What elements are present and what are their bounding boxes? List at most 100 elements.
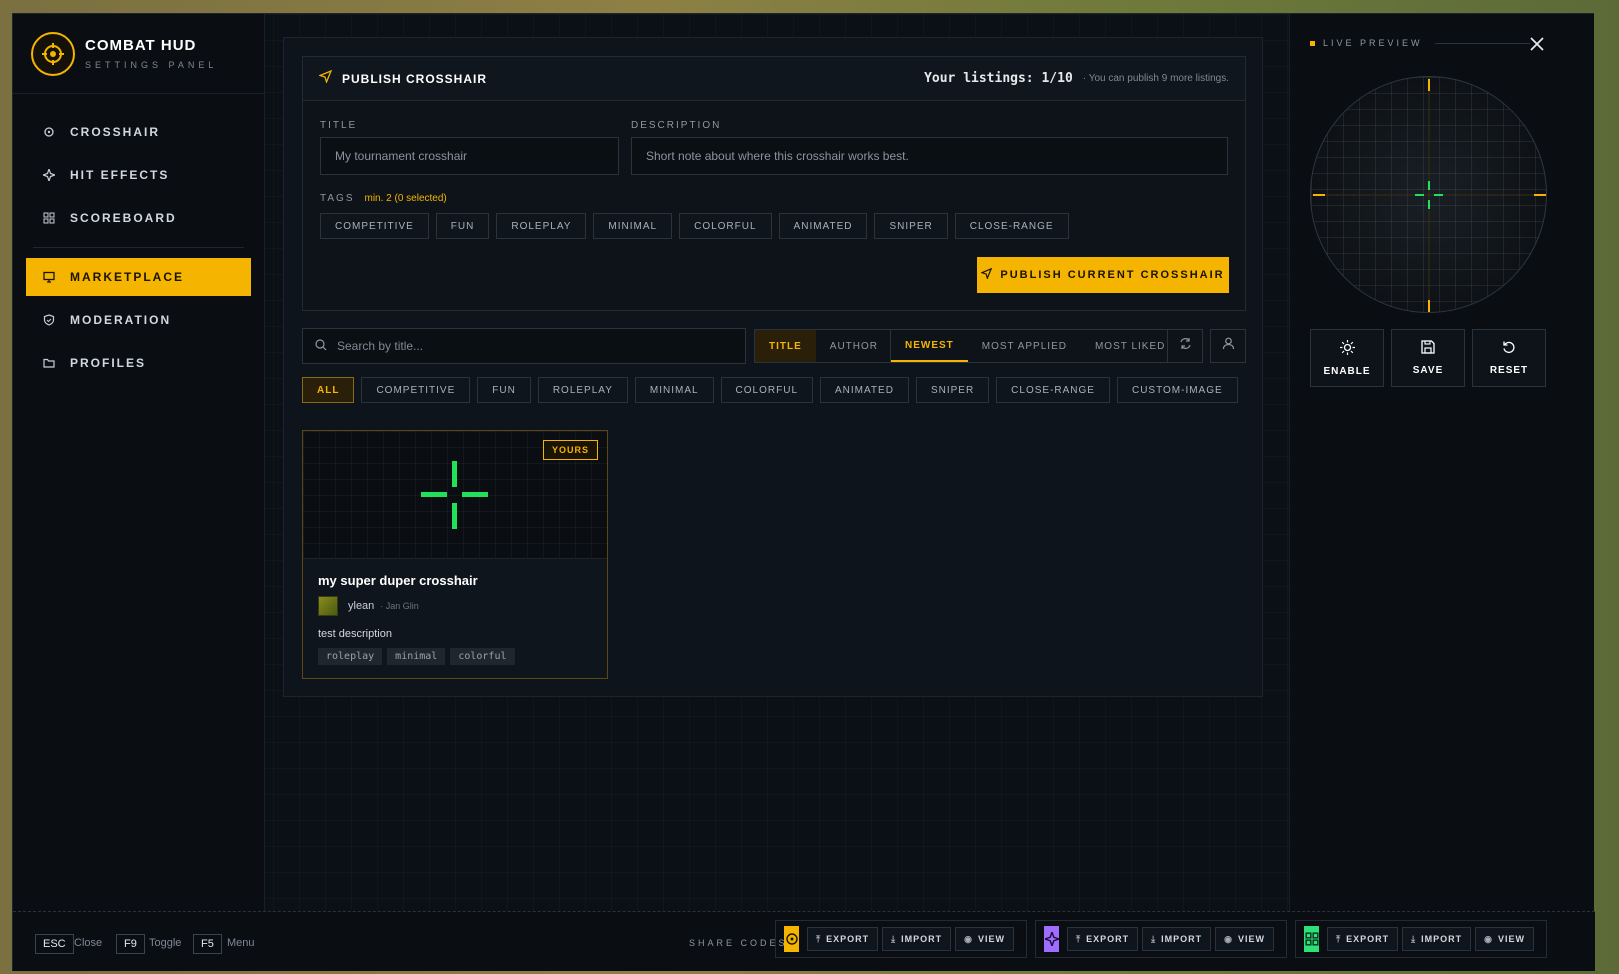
save-icon <box>1421 340 1435 365</box>
view-button[interactable]: ◉ VIEW <box>1475 927 1534 951</box>
card-date-text: Jan Glin <box>385 601 419 611</box>
import-button[interactable]: ⤓ IMPORT <box>1142 927 1212 951</box>
description-label: DESCRIPTION <box>631 120 722 131</box>
nav-label: CROSSHAIR <box>70 125 161 139</box>
filter-chip[interactable]: ROLEPLAY <box>537 377 628 403</box>
export-button[interactable]: ⤒ EXPORT <box>807 927 879 951</box>
import-icon: ⤓ <box>1411 933 1417 944</box>
export-button[interactable]: ⤒ EXPORT <box>1327 927 1399 951</box>
brand-title: COMBAT HUD <box>85 37 197 54</box>
title-input[interactable]: My tournament crosshair <box>320 137 619 175</box>
sidebar: COMBAT HUD SETTINGS PANEL CROSSHAIR HIT … <box>13 14 265 911</box>
filter-chip[interactable]: CUSTOM-IMAGE <box>1116 377 1238 403</box>
card-title: my super duper crosshair <box>318 573 478 588</box>
nav-item-marketplace[interactable]: MARKETPLACE <box>26 258 251 296</box>
nav-label: HIT EFFECTS <box>70 168 170 182</box>
publish-section: PUBLISH CROSSHAIR Your listings: 1/10 · … <box>302 56 1246 311</box>
export-button[interactable]: ⤒ EXPORT <box>1067 927 1139 951</box>
reset-button[interactable]: RESET <box>1472 329 1546 387</box>
sort-toggle: NEWEST MOST APPLIED MOST LIKED <box>890 329 1181 363</box>
crosshair-card[interactable]: YOURS my super duper crosshair ylean · J… <box>302 430 608 679</box>
key-f5: F5 <box>193 934 222 954</box>
filter-chip[interactable]: COMPETITIVE <box>361 377 471 403</box>
listings-count: Your listings: 1/10 <box>924 71 1073 86</box>
share-group-scoreboard: ⤒ EXPORT ⤓ IMPORT ◉ VIEW <box>1295 920 1547 958</box>
yours-badge: YOURS <box>542 440 598 460</box>
nav-label: PROFILES <box>70 356 147 370</box>
view-button[interactable]: ◉ VIEW <box>955 927 1014 951</box>
publish-header: PUBLISH CROSSHAIR Your listings: 1/10 · … <box>303 57 1245 101</box>
card-tag: colorful <box>450 648 515 665</box>
filter-chip[interactable]: SNIPER <box>915 377 990 403</box>
card-tags: roleplay minimal colorful <box>318 648 607 665</box>
my-listings-button[interactable] <box>1210 329 1246 363</box>
tag-chip[interactable]: MINIMAL <box>593 213 673 239</box>
tag-chip[interactable]: ANIMATED <box>778 213 868 239</box>
tag-chip[interactable]: COMPETITIVE <box>320 213 429 239</box>
avatar <box>318 596 338 616</box>
nav-item-scoreboard[interactable]: SCOREBOARD <box>26 199 251 237</box>
sun-icon <box>1339 339 1355 366</box>
export-icon: ⤒ <box>816 933 822 944</box>
import-button[interactable]: ⤓ IMPORT <box>1402 927 1472 951</box>
nav-item-hit-effects[interactable]: HIT EFFECTS <box>26 156 251 194</box>
share-group-crosshair: ⤒ EXPORT ⤓ IMPORT ◉ VIEW <box>775 920 1027 958</box>
listings-note: · You can publish 9 more listings. <box>1082 73 1229 84</box>
sparkle-icon <box>1044 926 1060 952</box>
sort-most-liked[interactable]: MOST LIKED <box>1081 330 1179 362</box>
key-esc-label: Close <box>74 937 103 949</box>
import-label: IMPORT <box>1161 934 1203 944</box>
view-label: VIEW <box>1237 934 1265 944</box>
publish-tags: COMPETITIVE FUN ROLEPLAY MINIMAL COLORFU… <box>320 213 1076 239</box>
indicator <box>1310 40 1315 46</box>
enable-button[interactable]: ENABLE <box>1310 329 1384 387</box>
tag-chip[interactable]: FUN <box>435 213 490 239</box>
key-esc: ESC <box>35 934 74 954</box>
export-label: EXPORT <box>1346 934 1390 944</box>
nav-divider <box>33 247 244 248</box>
export-icon: ⤒ <box>1336 933 1342 944</box>
eye-icon: ◉ <box>1224 933 1233 944</box>
filter-chips: ALL COMPETITIVE FUN ROLEPLAY MINIMAL COL… <box>302 377 1245 403</box>
scope-reticle-icon <box>1311 77 1546 312</box>
import-button[interactable]: ⤓ IMPORT <box>882 927 952 951</box>
filter-all[interactable]: ALL <box>302 377 355 403</box>
publish-title: PUBLISH CROSSHAIR <box>342 71 488 86</box>
filter-chip[interactable]: COLORFUL <box>720 377 813 403</box>
folder-icon <box>42 356 56 370</box>
description-input[interactable]: Short note about where this crosshair wo… <box>631 137 1228 175</box>
refresh-button[interactable] <box>1167 329 1203 363</box>
tag-chip[interactable]: COLORFUL <box>679 213 772 239</box>
publish-button[interactable]: PUBLISH CURRENT CROSSHAIR <box>977 257 1229 293</box>
card-tag: roleplay <box>318 648 383 665</box>
nav-item-profiles[interactable]: PROFILES <box>26 344 251 382</box>
view-label: VIEW <box>977 934 1005 944</box>
send-icon <box>318 69 333 88</box>
sort-newest[interactable]: NEWEST <box>891 330 968 362</box>
search-by-author[interactable]: AUTHOR <box>816 330 892 362</box>
filter-chip[interactable]: CLOSE-RANGE <box>996 377 1110 403</box>
view-label: VIEW <box>1497 934 1525 944</box>
import-icon: ⤓ <box>891 933 897 944</box>
filter-chip[interactable]: MINIMAL <box>634 377 714 403</box>
author-name: ylean <box>348 600 375 612</box>
tag-chip[interactable]: SNIPER <box>874 213 948 239</box>
save-button[interactable]: SAVE <box>1391 329 1465 387</box>
filter-chip[interactable]: FUN <box>477 377 531 403</box>
search-input[interactable]: Search by title... <box>302 328 746 364</box>
nav-item-moderation[interactable]: MODERATION <box>26 301 251 339</box>
enable-label: ENABLE <box>1323 365 1371 377</box>
close-button[interactable] <box>1525 34 1549 58</box>
share-group-hit-effects: ⤒ EXPORT ⤓ IMPORT ◉ VIEW <box>1035 920 1287 958</box>
tag-chip[interactable]: ROLEPLAY <box>496 213 587 239</box>
sort-most-applied[interactable]: MOST APPLIED <box>968 330 1081 362</box>
marketplace-panel: PUBLISH CROSSHAIR Your listings: 1/10 · … <box>283 37 1263 697</box>
view-button[interactable]: ◉ VIEW <box>1215 927 1274 951</box>
filter-chip[interactable]: ANIMATED <box>820 377 909 403</box>
tag-chip[interactable]: CLOSE-RANGE <box>954 213 1069 239</box>
search-icon <box>315 338 327 354</box>
search-by-title[interactable]: TITLE <box>755 330 816 362</box>
refresh-icon <box>1179 337 1192 355</box>
listings-note-text: You can publish 9 more listings. <box>1088 73 1229 84</box>
nav-item-crosshair[interactable]: CROSSHAIR <box>26 113 251 151</box>
